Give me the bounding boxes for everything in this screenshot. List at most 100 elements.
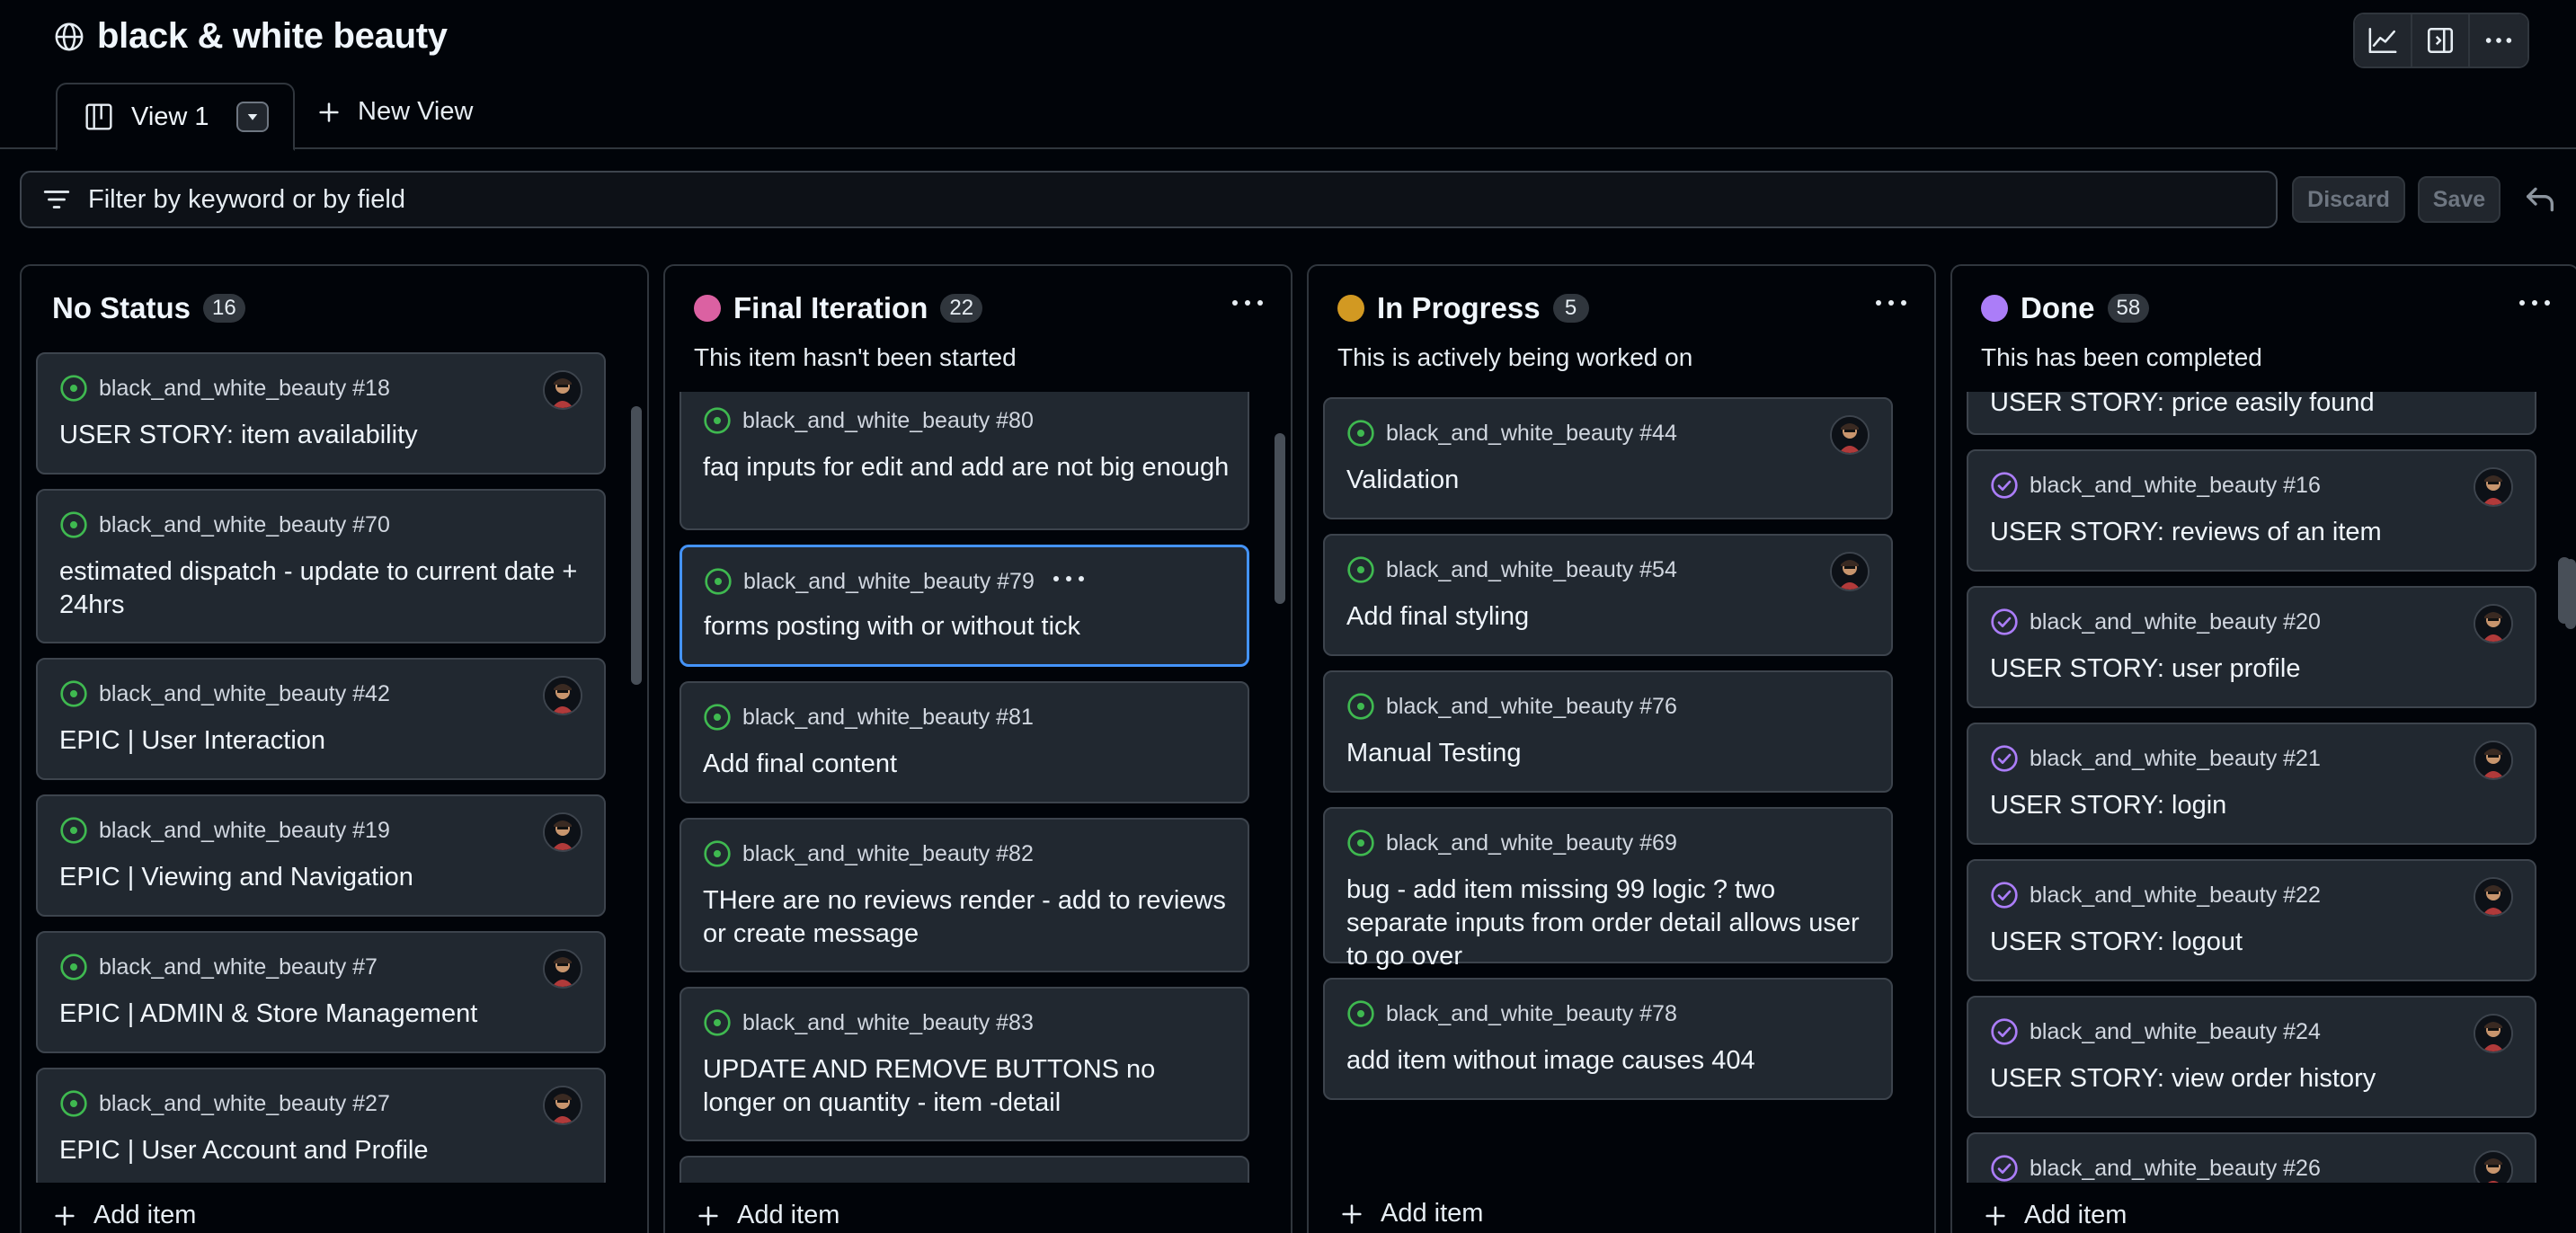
card-title[interactable]: estimated dispatch - update to current d… bbox=[59, 555, 590, 622]
card-title[interactable]: Add final content bbox=[703, 748, 1233, 781]
issue-card[interactable]: black_and_white_beauty #27 EPIC | User A… bbox=[36, 1068, 606, 1183]
board-scrollbar[interactable] bbox=[2558, 557, 2571, 624]
issue-card[interactable]: black_and_white_beauty #20 USER STORY: u… bbox=[1967, 586, 2536, 708]
card-title[interactable]: EPIC | Viewing and Navigation bbox=[59, 861, 590, 894]
card-title[interactable]: faq inputs for edit and add are not big … bbox=[703, 451, 1233, 484]
add-item-label: Add item bbox=[93, 1201, 197, 1229]
issue-card[interactable]: black_and_white_beauty #18 USER STORY: i… bbox=[36, 352, 606, 475]
issue-card[interactable]: black_and_white_beauty #42 EPIC | User I… bbox=[36, 658, 606, 780]
side-panel-button[interactable] bbox=[2412, 14, 2470, 67]
issue-card[interactable]: black_and_white_beauty #24 USER STORY: v… bbox=[1967, 996, 2536, 1118]
card-title[interactable]: EPIC | ADMIN & Store Management bbox=[59, 998, 590, 1031]
assignee-avatar[interactable] bbox=[2474, 1150, 2513, 1183]
issue-card[interactable]: black_and_white_beauty #70 estimated dis… bbox=[36, 489, 606, 643]
issue-card[interactable]: USER STORY: price easily found bbox=[1967, 392, 2536, 435]
undo-button[interactable] bbox=[2522, 182, 2558, 222]
add-item-button[interactable]: Add item bbox=[1983, 1201, 2127, 1230]
issue-card[interactable]: black_and_white_beauty #78 add item with… bbox=[1323, 978, 1893, 1100]
issue-card[interactable]: black_and_white_beauty #83 UPDATE AND RE… bbox=[680, 987, 1249, 1141]
issue-card[interactable]: black_and_white_beauty #80 faq inputs fo… bbox=[680, 392, 1249, 530]
issue-card[interactable]: black_and_white_beauty #69 bug - add ite… bbox=[1323, 807, 1893, 971]
new-view-label: New View bbox=[358, 97, 474, 126]
assignee-avatar[interactable] bbox=[2474, 1014, 2513, 1053]
column-menu-button[interactable] bbox=[1226, 289, 1269, 316]
card-menu-button[interactable] bbox=[1053, 565, 1085, 597]
card-title[interactable]: Manual Testing bbox=[1346, 737, 1877, 770]
card-title[interactable]: forms posting with or without tick bbox=[704, 610, 1234, 643]
issue-closed-icon bbox=[1991, 745, 2018, 772]
issue-card[interactable]: black_and_white_beauty #81 Add final con… bbox=[680, 681, 1249, 803]
column-scrollbar[interactable] bbox=[1275, 433, 1285, 604]
add-item-button[interactable]: Add item bbox=[1339, 1199, 1483, 1229]
issue-opened-icon bbox=[1347, 556, 1374, 583]
more-options-button[interactable] bbox=[2470, 14, 2527, 67]
insights-button[interactable] bbox=[2355, 14, 2412, 67]
assignee-avatar[interactable] bbox=[543, 370, 582, 410]
card-repo: black_and_white_beauty #27 bbox=[99, 1090, 390, 1116]
issue-card[interactable]: black_and_white_beauty #16 USER STORY: r… bbox=[1967, 449, 2536, 572]
assignee-avatar[interactable] bbox=[543, 1086, 582, 1125]
card-title[interactable]: Validation bbox=[1346, 464, 1877, 497]
card-title[interactable]: UPDATE AND REMOVE BUTTONS no longer on q… bbox=[703, 1053, 1233, 1120]
assignee-avatar[interactable] bbox=[1830, 552, 1870, 591]
add-item-button[interactable]: Add item bbox=[52, 1201, 196, 1230]
issue-opened-icon bbox=[704, 840, 731, 867]
card-repo: black_and_white_beauty #18 bbox=[99, 375, 390, 401]
card-title[interactable]: THere are no reviews render - add to rev… bbox=[703, 884, 1233, 951]
card-title[interactable]: USER STORY: login bbox=[1990, 789, 2520, 822]
issue-card[interactable]: black_and_white_beauty #44 Validation bbox=[1323, 397, 1893, 519]
issue-card[interactable]: black_and_white_beauty #82 THere are no … bbox=[680, 818, 1249, 972]
kebab-horizontal-icon bbox=[2519, 300, 2550, 306]
card-meta: black_and_white_beauty #24 bbox=[1990, 1017, 2321, 1046]
assignee-avatar[interactable] bbox=[2474, 604, 2513, 643]
column-menu-button[interactable] bbox=[2513, 289, 2556, 316]
issue-card[interactable]: black_and_white_beauty #21 USER STORY: l… bbox=[1967, 723, 2536, 845]
card-title[interactable]: USER STORY: price easily found bbox=[1990, 392, 2520, 420]
card-title[interactable]: add item without image causes 404 bbox=[1346, 1044, 1877, 1078]
assignee-avatar[interactable] bbox=[543, 949, 582, 989]
column-title-row: No Status 16 bbox=[52, 291, 245, 325]
issue-card[interactable]: black_and_white_beauty #22 USER STORY: l… bbox=[1967, 859, 2536, 981]
assignee-avatar[interactable] bbox=[543, 812, 582, 852]
plus-icon bbox=[698, 1205, 718, 1226]
tab-view-1[interactable]: View 1 bbox=[56, 83, 295, 151]
issue-opened-icon bbox=[60, 375, 87, 402]
card-title[interactable]: USER STORY: reviews of an item bbox=[1990, 516, 2520, 549]
add-item-label: Add item bbox=[2024, 1201, 2127, 1229]
card-title[interactable]: USER STORY: user profile bbox=[1990, 652, 2520, 686]
column-menu-button[interactable] bbox=[1870, 289, 1913, 316]
save-button[interactable]: Save bbox=[2418, 176, 2500, 223]
discard-button[interactable]: Discard bbox=[2292, 176, 2405, 223]
column-title-row: Final Iteration 22 bbox=[694, 291, 983, 325]
card-title[interactable]: bug - add item missing 99 logic ? two se… bbox=[1346, 874, 1877, 973]
card-title[interactable]: EPIC | User Account and Profile bbox=[59, 1134, 590, 1167]
card-title[interactable]: USER STORY: view order history bbox=[1990, 1062, 2520, 1096]
issue-card[interactable] bbox=[680, 1156, 1249, 1183]
issue-card[interactable]: black_and_white_beauty #7 EPIC | ADMIN &… bbox=[36, 931, 606, 1053]
new-view-button[interactable]: New View bbox=[316, 97, 473, 127]
assignee-avatar[interactable] bbox=[2474, 741, 2513, 780]
card-meta: black_and_white_beauty #20 bbox=[1990, 608, 2321, 636]
card-title[interactable]: Add final styling bbox=[1346, 600, 1877, 634]
card-title[interactable]: USER STORY: logout bbox=[1990, 926, 2520, 959]
column-title-row: Done 58 bbox=[1981, 291, 2150, 325]
filter-input[interactable] bbox=[88, 184, 2065, 215]
column-header: In Progress 5 This is actively being wor… bbox=[1309, 266, 1934, 392]
card-title[interactable]: USER STORY: item availability bbox=[59, 419, 590, 452]
issue-card-selected[interactable]: black_and_white_beauty #79 forms posting… bbox=[680, 545, 1249, 667]
card-title[interactable]: EPIC | User Interaction bbox=[59, 724, 590, 758]
sidebar-expand-icon bbox=[2427, 27, 2454, 54]
issue-card[interactable]: black_and_white_beauty #54 Add final sty… bbox=[1323, 534, 1893, 656]
assignee-avatar[interactable] bbox=[1830, 415, 1870, 455]
add-item-button[interactable]: Add item bbox=[696, 1201, 839, 1230]
column-scrollbar[interactable] bbox=[631, 406, 642, 685]
assignee-avatar[interactable] bbox=[2474, 877, 2513, 917]
assignee-avatar[interactable] bbox=[543, 676, 582, 715]
assignee-avatar[interactable] bbox=[2474, 467, 2513, 507]
project-header: black & white beauty View 1 New View bbox=[0, 0, 2576, 151]
issue-card[interactable]: black_and_white_beauty #19 EPIC | Viewin… bbox=[36, 794, 606, 917]
card-repo: black_and_white_beauty #82 bbox=[742, 840, 1034, 866]
issue-card[interactable]: black_and_white_beauty #76 Manual Testin… bbox=[1323, 670, 1893, 793]
view-options-dropdown[interactable] bbox=[235, 102, 269, 132]
issue-card[interactable]: black_and_white_beauty #26 bbox=[1967, 1132, 2536, 1183]
